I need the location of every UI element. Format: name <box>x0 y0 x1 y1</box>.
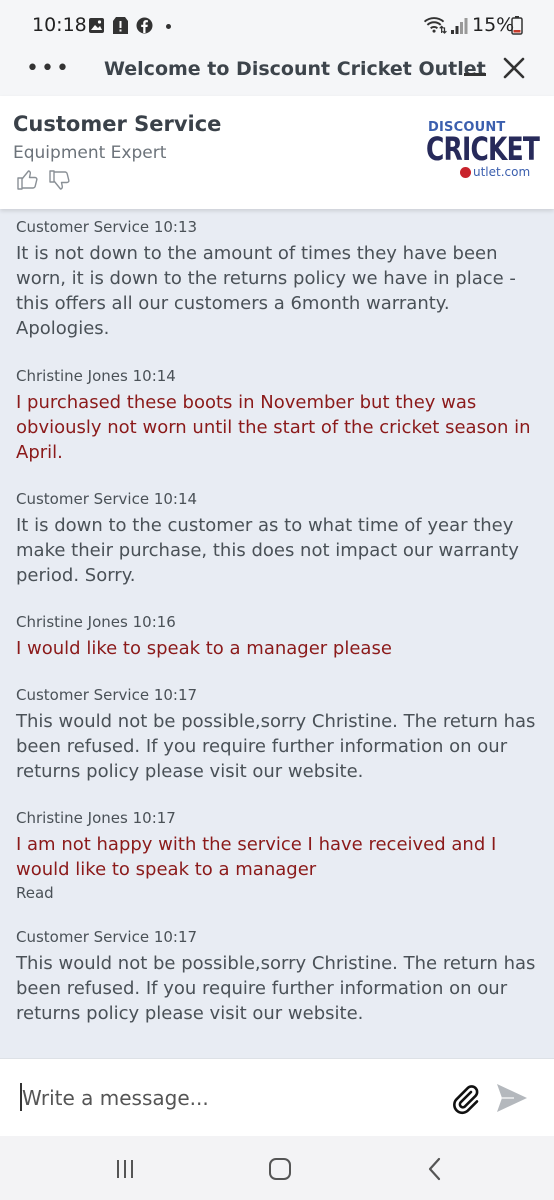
thumbs-down-icon[interactable] <box>48 168 72 192</box>
message-list[interactable]: Customer Service 10:13 It is not down to… <box>0 209 554 1058</box>
message-item: Christine Jones 10:14 I purchased these … <box>16 366 541 465</box>
battery-percent: 15% <box>472 14 515 36</box>
message-item: Christine Jones 10:16 I would like to sp… <box>16 612 541 661</box>
more-options-button[interactable]: ••• <box>26 58 71 80</box>
message-item: Customer Service 10:14 It is down to the… <box>16 489 541 588</box>
system-nav-bar <box>0 1136 554 1200</box>
notification-dot <box>166 24 171 29</box>
paperclip-icon[interactable] <box>450 1083 482 1115</box>
message-item: Customer Service 10:13 It is not down to… <box>16 217 541 341</box>
message-input[interactable] <box>22 1077 432 1119</box>
message-item: Customer Service 10:17 This would not be… <box>16 927 541 1026</box>
message-text: I would like to speak to a manager pleas… <box>16 638 392 659</box>
chat-title-bar: ••• Welcome to Discount Cricket Outlet <box>0 50 554 96</box>
message-composer <box>0 1058 554 1136</box>
chat-title: Welcome to Discount Cricket Outlet <box>104 58 486 80</box>
status-time: 10:18 <box>32 14 87 36</box>
agent-header: Customer Service Equipment Expert DISCOU… <box>0 96 554 209</box>
cricket-ball-icon <box>460 167 471 178</box>
signal-icon <box>451 18 468 34</box>
send-icon[interactable] <box>494 1081 530 1115</box>
message-item: Christine Jones 10:17 I am not happy wit… <box>16 808 541 902</box>
message-meta: Customer Service 10:13 <box>16 218 198 236</box>
minimize-button[interactable] <box>462 54 488 86</box>
message-meta: Customer Service 10:17 <box>16 928 198 946</box>
agent-name: Customer Service <box>13 112 222 136</box>
battery-icon <box>511 16 523 35</box>
message-text: I am not happy with the service I have r… <box>16 834 497 880</box>
alert-icon <box>113 17 128 34</box>
message-meta: Christine Jones 10:14 <box>16 367 176 385</box>
status-bar: 10:18 15% <box>0 0 554 50</box>
message-meta: Christine Jones 10:16 <box>16 613 176 631</box>
logo-outlet-text: utlet.com <box>473 165 531 179</box>
thumbs-up-icon[interactable] <box>16 168 40 192</box>
message-meta: Christine Jones 10:17 <box>16 809 176 827</box>
wifi-icon <box>423 17 447 34</box>
discount-cricket-logo: DISCOUNT CRICKET utlet.com <box>424 120 540 180</box>
back-icon[interactable] <box>420 1154 450 1184</box>
message-meta: Customer Service 10:17 <box>16 686 198 704</box>
recent-apps-icon[interactable] <box>110 1154 140 1184</box>
message-text: It is not down to the amount of times th… <box>16 243 516 339</box>
message-text: This would not be possible,sorry Christi… <box>16 953 536 1024</box>
message-text: It is down to the customer as to what ti… <box>16 515 519 586</box>
read-receipt: Read <box>16 884 54 902</box>
gallery-icon <box>89 18 104 33</box>
message-item: Customer Service 10:17 This would not be… <box>16 685 541 784</box>
message-text: This would not be possible,sorry Christi… <box>16 711 536 782</box>
facebook-icon <box>136 17 153 34</box>
close-button[interactable] <box>502 56 526 80</box>
agent-role: Equipment Expert <box>13 143 167 163</box>
message-meta: Customer Service 10:14 <box>16 490 198 508</box>
logo-cricket-text: CRICKET <box>426 130 540 168</box>
message-text: I purchased these boots in November but … <box>16 392 531 463</box>
home-icon[interactable] <box>265 1154 295 1184</box>
